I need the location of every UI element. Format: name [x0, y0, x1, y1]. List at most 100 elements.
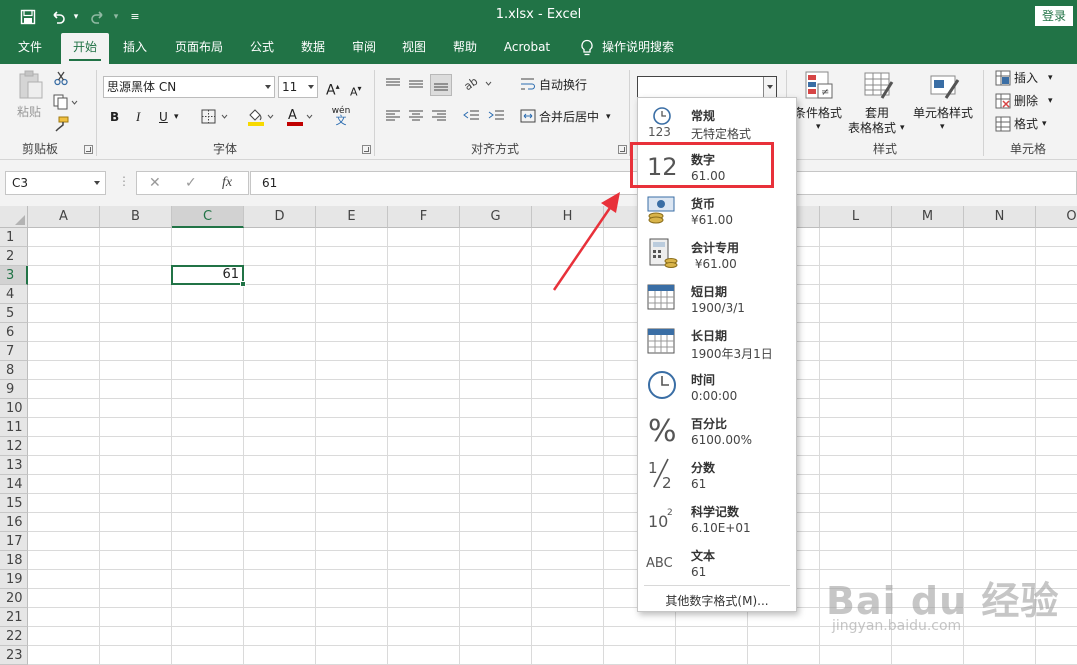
- delete-cells-button[interactable]: 删除: [1014, 92, 1038, 110]
- row-header-16[interactable]: 16: [0, 513, 28, 532]
- row-header-17[interactable]: 17: [0, 532, 28, 551]
- insert-function-icon[interactable]: fx: [222, 175, 232, 191]
- column-header-f[interactable]: F: [388, 206, 460, 228]
- merge-center-button[interactable]: 合并后居中: [539, 108, 599, 126]
- format-option-text[interactable]: ABC 文本 61: [638, 539, 796, 583]
- format-option-currency[interactable]: 货币 ¥61.00: [638, 187, 796, 231]
- row-header-7[interactable]: 7: [0, 342, 28, 361]
- enter-icon[interactable]: ✓: [185, 175, 197, 191]
- underline-dropdown-icon[interactable]: ▾: [174, 108, 179, 126]
- chevron-down-icon[interactable]: ▾: [1048, 92, 1053, 110]
- grow-font-button[interactable]: A▴: [326, 78, 340, 100]
- column-header-l[interactable]: L: [820, 206, 892, 228]
- format-option-long-date[interactable]: 长日期 1900年3月1日: [638, 319, 796, 363]
- tab-insert[interactable]: 插入: [113, 33, 157, 64]
- chevron-down-icon[interactable]: ▾: [1048, 69, 1053, 87]
- chevron-down-icon[interactable]: ▾: [1042, 115, 1047, 133]
- format-option-fraction[interactable]: 1 2 分数 61: [638, 451, 796, 495]
- wrap-text-button[interactable]: 自动换行: [539, 76, 587, 94]
- insert-cells-button[interactable]: 插入: [1014, 69, 1038, 87]
- chevron-down-icon[interactable]: ▾: [940, 118, 945, 136]
- chevron-down-icon[interactable]: ▾: [816, 118, 821, 136]
- format-painter-icon[interactable]: [53, 116, 69, 132]
- row-header-12[interactable]: 12: [0, 437, 28, 456]
- chevron-down-icon[interactable]: [94, 181, 100, 185]
- column-header-e[interactable]: E: [316, 206, 388, 228]
- row-header-19[interactable]: 19: [0, 570, 28, 589]
- font-color-button[interactable]: A: [285, 107, 315, 127]
- select-all-button[interactable]: [0, 206, 28, 228]
- column-header-b[interactable]: B: [100, 206, 172, 228]
- font-name-select[interactable]: 思源黑体 CN: [103, 76, 275, 98]
- tab-data[interactable]: 数据: [291, 33, 335, 64]
- merge-dropdown-icon[interactable]: ▾: [606, 108, 611, 126]
- copy-icon[interactable]: [53, 94, 79, 110]
- fill-handle[interactable]: [240, 281, 246, 287]
- decrease-indent-icon[interactable]: [462, 108, 480, 124]
- column-header-g[interactable]: G: [460, 206, 532, 228]
- format-option-short-date[interactable]: 短日期 1900/3/1: [638, 275, 796, 319]
- row-header-20[interactable]: 20: [0, 589, 28, 608]
- align-center-icon[interactable]: [407, 108, 425, 124]
- align-bottom-icon[interactable]: [430, 74, 452, 96]
- row-header-10[interactable]: 10: [0, 399, 28, 418]
- formula-bar-splitter[interactable]: ⋮: [118, 174, 130, 188]
- tab-page-layout[interactable]: 页面布局: [166, 33, 232, 64]
- fill-color-button[interactable]: [246, 107, 276, 127]
- tell-me-search[interactable]: 操作说明搜索: [580, 33, 674, 64]
- table-format-line2[interactable]: 表格格式: [848, 119, 896, 137]
- row-header-1[interactable]: 1: [0, 228, 28, 247]
- format-option-accounting[interactable]: 会计专用 ¥61.00: [638, 231, 796, 275]
- column-header-o[interactable]: O: [1036, 206, 1077, 228]
- paste-button[interactable]: 粘贴: [14, 70, 48, 122]
- borders-button[interactable]: [201, 109, 231, 125]
- row-header-22[interactable]: 22: [0, 627, 28, 646]
- align-left-icon[interactable]: [384, 108, 402, 124]
- align-right-icon[interactable]: [430, 108, 448, 124]
- phonetic-guide-button[interactable]: wén 文: [331, 106, 351, 128]
- shrink-font-button[interactable]: A▾: [350, 80, 362, 102]
- row-header-5[interactable]: 5: [0, 304, 28, 323]
- underline-button[interactable]: U: [159, 108, 168, 126]
- align-top-icon[interactable]: [384, 76, 402, 92]
- clipboard-launcher[interactable]: [84, 145, 93, 154]
- align-middle-icon[interactable]: [407, 76, 425, 92]
- more-number-formats-button[interactable]: 其他数字格式(M)...: [638, 592, 796, 609]
- login-button[interactable]: 登录: [1035, 6, 1073, 26]
- row-header-6[interactable]: 6: [0, 323, 28, 342]
- tab-acrobat[interactable]: Acrobat: [496, 33, 558, 64]
- column-header-a[interactable]: A: [28, 206, 100, 228]
- tab-formulas[interactable]: 公式: [240, 33, 284, 64]
- number-format-select[interactable]: [637, 76, 777, 98]
- format-option-percentage[interactable]: % 百分比 6100.00%: [638, 407, 796, 451]
- tab-view[interactable]: 视图: [392, 33, 436, 64]
- row-header-9[interactable]: 9: [0, 380, 28, 399]
- alignment-launcher[interactable]: [618, 145, 627, 154]
- row-header-11[interactable]: 11: [0, 418, 28, 437]
- row-header-18[interactable]: 18: [0, 551, 28, 570]
- cut-icon[interactable]: [53, 70, 69, 86]
- italic-button[interactable]: I: [136, 108, 140, 126]
- column-header-n[interactable]: N: [964, 206, 1036, 228]
- format-option-scientific[interactable]: 10 2 科学记数 6.10E+01: [638, 495, 796, 539]
- tab-home[interactable]: 开始: [61, 33, 109, 64]
- tab-help[interactable]: 帮助: [443, 33, 487, 64]
- row-header-14[interactable]: 14: [0, 475, 28, 494]
- row-header-4[interactable]: 4: [0, 285, 28, 304]
- column-header-d[interactable]: D: [244, 206, 316, 228]
- format-cells-button[interactable]: 格式: [1014, 115, 1038, 133]
- row-header-23[interactable]: 23: [0, 646, 28, 665]
- cancel-icon[interactable]: ✕: [149, 175, 161, 191]
- row-header-2[interactable]: 2: [0, 247, 28, 266]
- tab-file[interactable]: 文件: [8, 33, 52, 64]
- bold-button[interactable]: B: [110, 108, 119, 126]
- row-header-3[interactable]: 3: [0, 266, 28, 285]
- row-header-21[interactable]: 21: [0, 608, 28, 627]
- format-option-general[interactable]: 123 常规 无特定格式: [638, 99, 796, 143]
- font-size-select[interactable]: 11: [278, 76, 318, 98]
- orientation-button[interactable]: ab: [462, 75, 496, 93]
- format-option-time[interactable]: 时间 0:00:00: [638, 363, 796, 407]
- tab-review[interactable]: 审阅: [342, 33, 386, 64]
- column-header-m[interactable]: M: [892, 206, 964, 228]
- column-header-c[interactable]: C: [172, 206, 244, 228]
